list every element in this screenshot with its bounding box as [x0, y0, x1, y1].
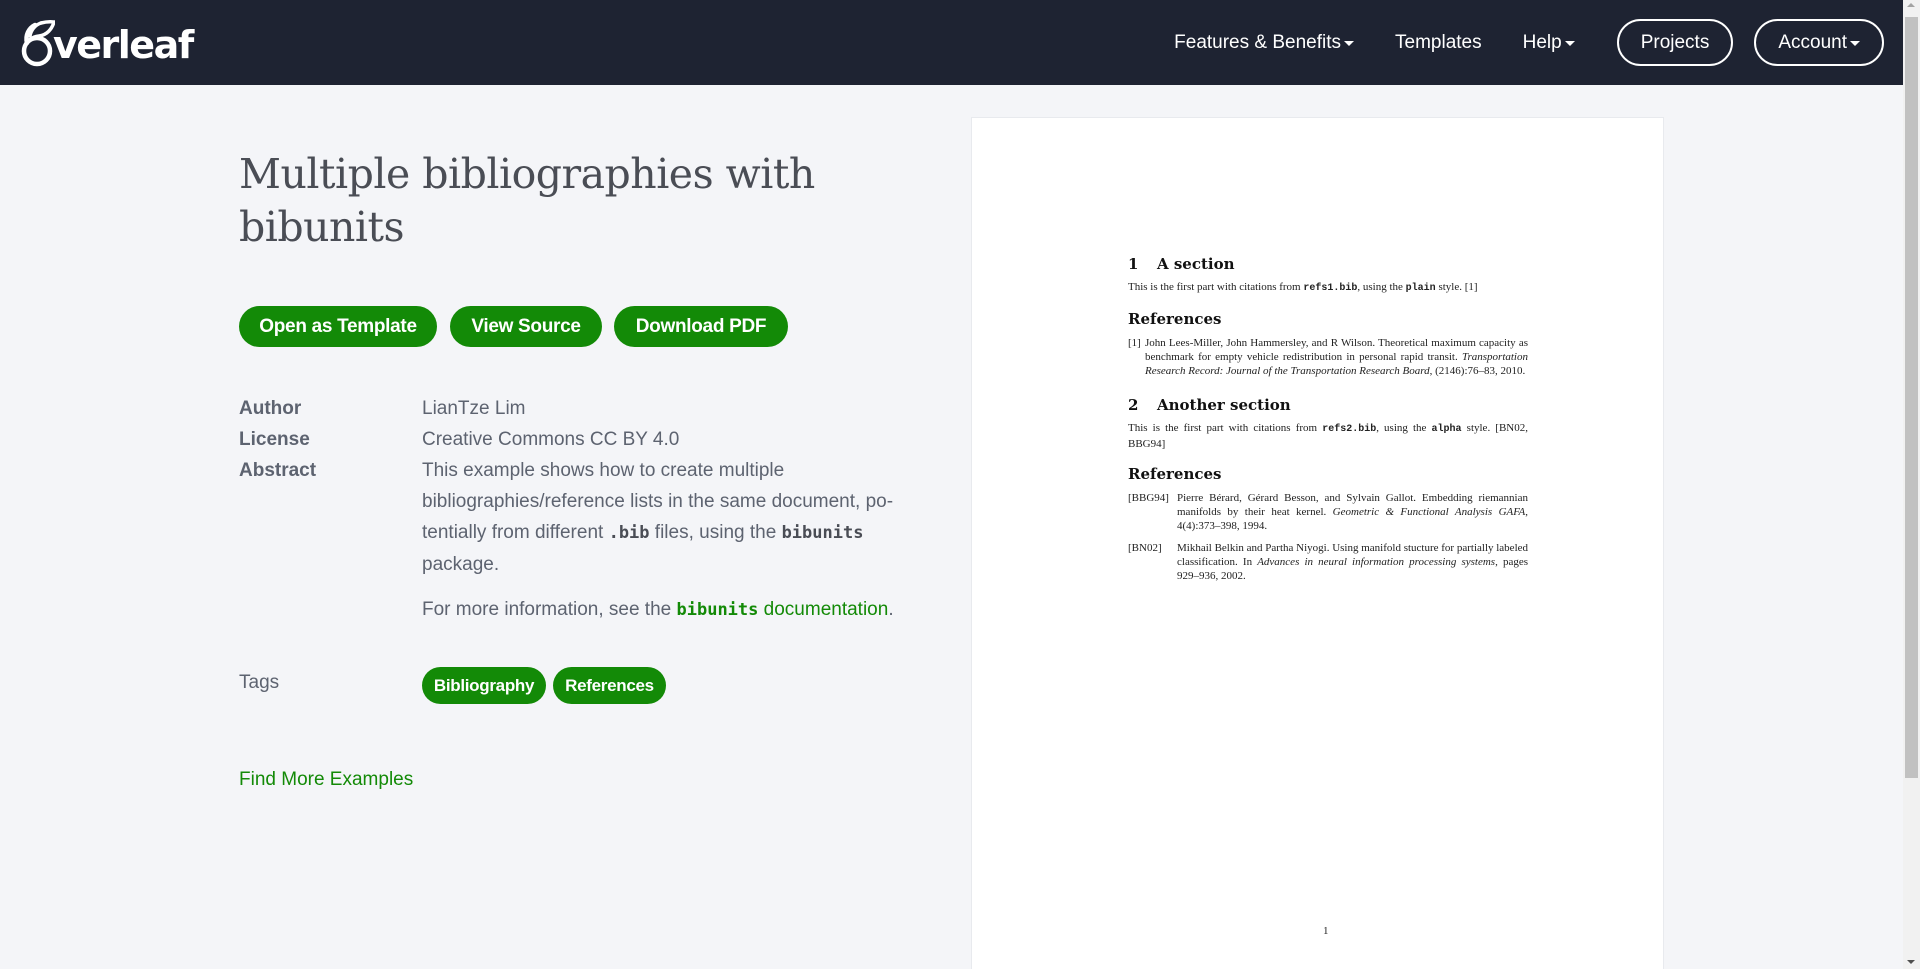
section-number: 1: [1128, 255, 1139, 273]
author-label: Author: [239, 398, 302, 419]
nav-help-label: Help: [1522, 31, 1562, 53]
pdf-section-2-heading: 2 Another section: [1128, 396, 1528, 414]
pdf-references-heading: References: [1128, 465, 1222, 483]
pdf-reference: [BN02] Mikhail Belkin and Partha Niyogi.…: [1128, 541, 1528, 583]
page-title: Multiple bibliographies with bibunits: [239, 150, 815, 251]
nav-help[interactable]: Help: [1523, 32, 1575, 54]
pdf-section-2-text: This is the first part with citations fr…: [1128, 421, 1528, 451]
abstract-row: Abstract This example shows how to creat…: [239, 455, 939, 626]
ref-body: Mikhail Belkin and Partha Niyogi. Using …: [1177, 541, 1528, 583]
author-row: Author LianTze Lim: [239, 393, 939, 424]
license-row: License Creative Commons CC BY 4.0: [239, 424, 939, 455]
scrollbar-thumb[interactable]: [1905, 17, 1918, 778]
pdf-section-1-heading: 1 A section: [1128, 255, 1528, 273]
find-more-examples-link[interactable]: Find More Examples: [239, 769, 413, 791]
tag-references[interactable]: References: [553, 667, 666, 704]
pdf-text: This is the first part with citations fr…: [1128, 422, 1323, 434]
pdf-code: refs2.bib: [1322, 424, 1377, 435]
scroll-down-arrow-icon[interactable]: [1907, 960, 1915, 964]
pdf-reference: [1] John Lees-Miller, John Hammersley, a…: [1128, 336, 1528, 378]
abstract-value: This example shows how to create multipl…: [422, 455, 922, 626]
pdf-text: This is the first part with citations fr…: [1128, 281, 1304, 293]
tags-label: Tags: [239, 672, 280, 693]
nav-account-label: Account: [1778, 31, 1847, 53]
pdf-references-heading: References: [1128, 310, 1222, 328]
top-navbar: verleaf Features & Benefits Templates He…: [0, 0, 1903, 85]
ref-tail: , (2146):76–83, 2010.: [1429, 365, 1526, 377]
pdf-text: style. [1]: [1435, 281, 1478, 293]
nav-account-button[interactable]: Account: [1754, 19, 1884, 66]
pdf-section-1-text: This is the first part with citations fr…: [1128, 280, 1528, 296]
caret-down-icon: [1344, 41, 1355, 46]
abstract-code-bibunits: bibunits: [781, 523, 864, 543]
logo-wordmark: verleaf: [53, 23, 194, 67]
more-info-suffix: .: [888, 599, 894, 620]
template-metadata: Author LianTze Lim License Creative Comm…: [239, 393, 939, 626]
abstract-code-bib: .bib: [608, 523, 650, 543]
section-title: Another section: [1157, 396, 1291, 414]
nav-templates-label: Templates: [1395, 31, 1482, 53]
tags-row: Tags Bibliography References: [239, 667, 673, 704]
ref-body: John Lees-Miller, John Hammersley, and R…: [1145, 336, 1528, 378]
page-scrollbar[interactable]: [1903, 0, 1920, 969]
license-label: License: [239, 429, 310, 450]
abstract-text-part: package.: [422, 554, 500, 575]
author-value: LianTze Lim: [422, 398, 526, 419]
link-text: documentation: [758, 599, 889, 620]
nav-features-label: Features & Benefits: [1174, 31, 1342, 53]
license-value: Creative Commons CC BY 4.0: [422, 429, 680, 450]
open-as-template-button[interactable]: Open as Template: [239, 306, 437, 347]
pdf-reference: [BBG94] Pierre Bérard, Gérard Besson, an…: [1128, 491, 1528, 533]
more-info-text: For more information, see the bibunits d…: [422, 594, 922, 626]
more-info-prefix: For more information, see the: [422, 599, 677, 620]
abstract-text-part: files, using the: [649, 522, 782, 543]
pdf-text: , using the: [1357, 281, 1406, 293]
pdf-page-number: 1: [1323, 925, 1329, 937]
nav-projects-button[interactable]: Projects: [1616, 19, 1734, 66]
caret-down-icon: [1850, 41, 1860, 46]
nav-templates[interactable]: Templates: [1395, 32, 1482, 54]
pdf-code: plain: [1405, 283, 1436, 294]
template-actions: Open as Template View Source Download PD…: [239, 306, 801, 347]
download-pdf-button[interactable]: Download PDF: [614, 306, 788, 347]
scroll-up-arrow-icon[interactable]: [1907, 3, 1915, 7]
nav-projects-label: Projects: [1640, 31, 1710, 53]
section-title: A section: [1157, 255, 1235, 273]
pdf-text: , using the: [1376, 422, 1432, 434]
section-number: 2: [1128, 396, 1139, 414]
bibunits-documentation-link[interactable]: bibunits documentation: [677, 599, 889, 620]
ref-key: [BN02]: [1128, 542, 1162, 554]
ref-venue: Geometric & Functional Analysis GAFA: [1332, 506, 1526, 518]
pdf-preview: 1 A section This is the first part with c…: [971, 117, 1664, 969]
overleaf-logo[interactable]: verleaf: [19, 17, 194, 67]
tag-bibliography[interactable]: Bibliography: [422, 667, 546, 704]
abstract-label: Abstract: [239, 460, 317, 481]
ref-key: [BBG94]: [1128, 492, 1169, 504]
view-source-button[interactable]: View Source: [450, 306, 602, 347]
nav-features-benefits[interactable]: Features & Benefits: [1174, 31, 1355, 54]
overleaf-leaf-icon: [19, 19, 57, 67]
caret-down-icon: [1564, 41, 1575, 46]
abstract-text: This example shows how to create multipl…: [422, 455, 922, 580]
pdf-code: alpha: [1431, 424, 1462, 435]
main-nav: Features & Benefits Templates Help Proje…: [1133, 19, 1884, 66]
ref-key: [1]: [1128, 337, 1141, 349]
ref-venue: Advances in neural information pro­cessi…: [1257, 556, 1496, 568]
pdf-page-content: 1 A section This is the first part with c…: [1128, 255, 1528, 591]
link-code: bibunits: [676, 600, 759, 620]
pdf-code: refs1.bib: [1303, 283, 1358, 294]
ref-body: Pierre Bérard, Gérard Besson, and Sylvai…: [1177, 491, 1528, 533]
